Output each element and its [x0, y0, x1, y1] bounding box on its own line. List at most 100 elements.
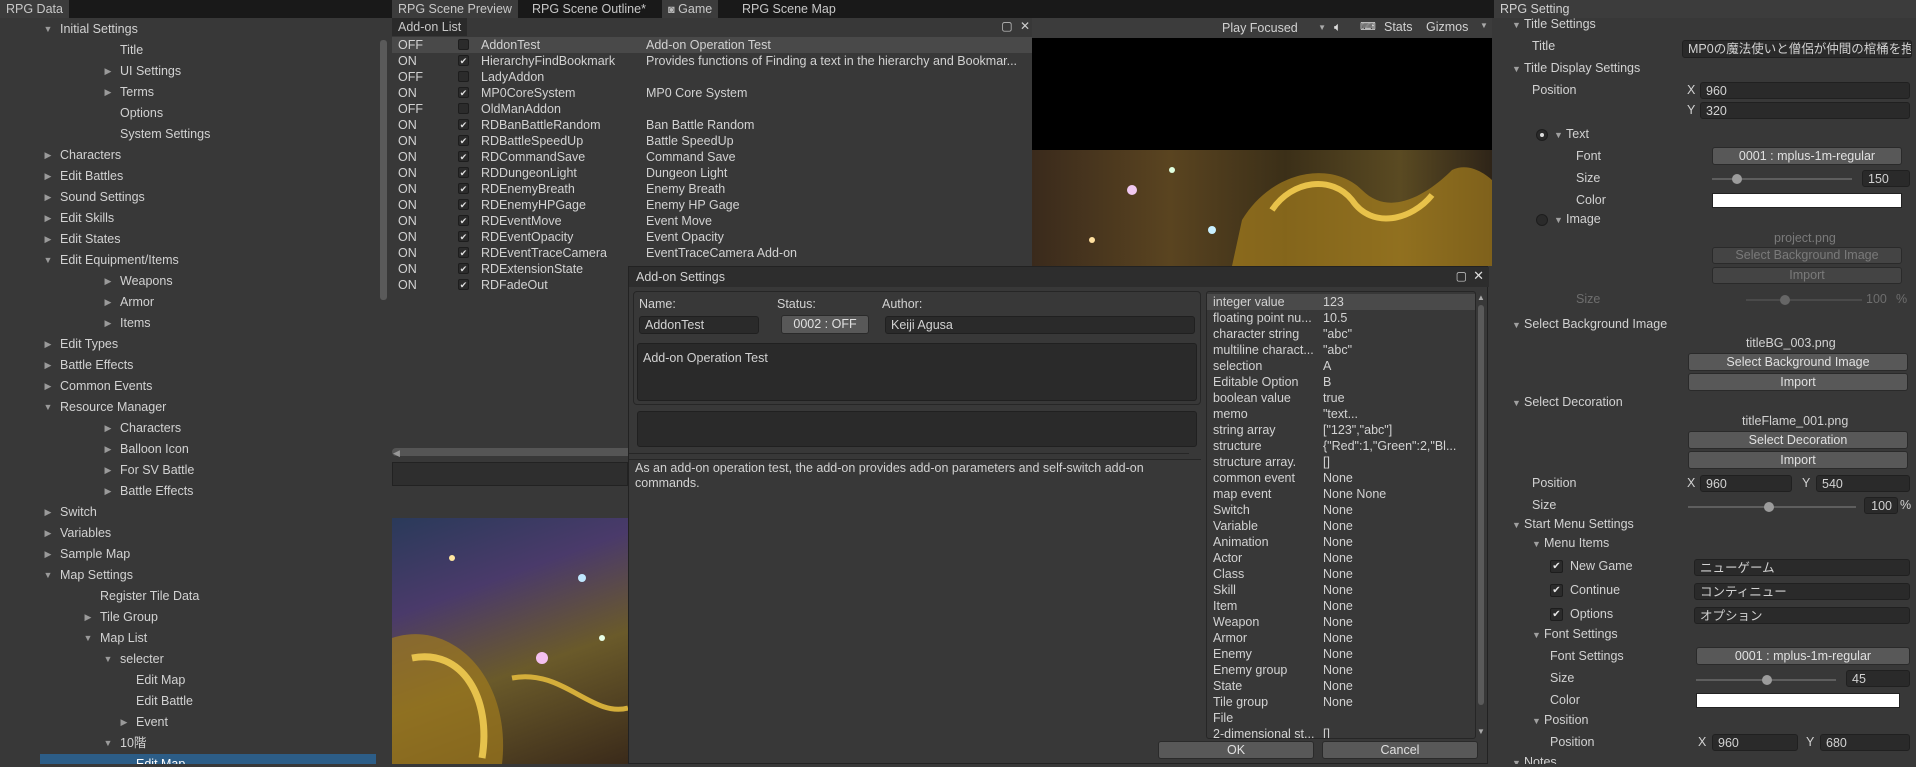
parameter-row[interactable]: Class None [1207, 566, 1475, 582]
addon-row[interactable]: OFF OldManAddon [392, 101, 1032, 117]
description-field[interactable]: Add-on Operation Test [637, 343, 1197, 401]
chevron-right-icon[interactable]: ▶ [42, 544, 54, 565]
image-size-slider[interactable] [1746, 295, 1862, 305]
parameter-row[interactable]: Animation None [1207, 534, 1475, 550]
tree-item[interactable]: ▶ Edit Battles [40, 166, 376, 187]
deco-pos-x-field[interactable]: 960 [1700, 475, 1792, 492]
ok-button[interactable]: OK [1158, 741, 1314, 759]
addon-enabled-checkbox[interactable]: ✔ [458, 135, 469, 146]
scroll-down-arrow-icon[interactable]: ▼ [1477, 727, 1485, 736]
scroll-left-arrow-icon[interactable]: ◀ [393, 448, 400, 459]
parameter-row[interactable]: character string "abc" [1207, 326, 1475, 342]
addon-enabled-checkbox[interactable]: ✔ [458, 263, 469, 274]
parameter-row[interactable]: Editable Option B [1207, 374, 1475, 390]
addon-row[interactable]: ON ✔ RDEventOpacity Event Opacity [392, 229, 1032, 245]
addon-enabled-checkbox[interactable]: ✔ [458, 167, 469, 178]
parameter-row[interactable]: Switch None [1207, 502, 1475, 518]
addon-enabled-checkbox[interactable]: ✔ [458, 199, 469, 210]
menu-position-section[interactable]: ▼ Position [1532, 710, 1588, 730]
tree-item[interactable]: ▶ Tile Group [40, 607, 376, 628]
play-focused-dropdown[interactable]: Play Focused ▼ [1222, 20, 1330, 36]
status-dropdown[interactable]: 0002 : OFF [781, 315, 869, 334]
maximize-icon[interactable]: ▢ [1001, 19, 1012, 33]
addon-row[interactable]: ON ✔ RDEventTraceCamera EventTraceCamera Ad… [392, 245, 1032, 261]
tree-item[interactable]: ▶ Terms [40, 82, 376, 103]
addon-row[interactable]: ON ✔ HierarchyFindBookmark Provides functio… [392, 53, 1032, 69]
addon-row[interactable]: ON ✔ RDEventMove Event Move [392, 213, 1032, 229]
chevron-right-icon[interactable]: ▶ [42, 229, 54, 250]
tab-rpg-data[interactable]: RPG Data [0, 0, 69, 18]
tree-item[interactable]: Edit Map [40, 753, 376, 764]
tree-item[interactable]: ▶ For SV Battle [40, 460, 376, 481]
tree-item[interactable]: ▶ Characters [40, 418, 376, 439]
tree-item[interactable]: Edit Map [40, 670, 376, 691]
addon-row[interactable]: ON ✔ RDDungeonLight Dungeon Light [392, 165, 1032, 181]
title-color-swatch[interactable] [1712, 193, 1902, 208]
slider-knob[interactable] [1780, 295, 1790, 305]
parameter-row[interactable]: boolean value true [1207, 390, 1475, 406]
parameter-row[interactable]: structure {"Red":1,"Green":2,"Bl... [1207, 438, 1475, 454]
parameter-row[interactable]: Item None [1207, 598, 1475, 614]
tree-item[interactable]: ▶ UI Settings [40, 61, 376, 82]
chevron-right-icon[interactable]: ▶ [102, 61, 114, 82]
tree-item[interactable]: ▶ Sound Settings [40, 187, 376, 208]
tree-item[interactable]: ▶ Characters [40, 145, 376, 166]
close-icon[interactable]: ✕ [1473, 268, 1484, 284]
tree-item[interactable]: ▼ Edit Equipment/Items [40, 250, 376, 271]
chevron-right-icon[interactable]: ▶ [42, 187, 54, 208]
tree-item[interactable]: ▶ Switch [40, 502, 376, 523]
text-radio[interactable] [1536, 129, 1548, 141]
tree-item[interactable]: ▼ Resource Manager [40, 397, 376, 418]
addon-row[interactable]: ON ✔ MP0CoreSystem MP0 Core System [392, 85, 1032, 101]
chevron-down-icon[interactable]: ▼ [42, 397, 54, 418]
notes-section[interactable]: ▼ Notes [1512, 752, 1557, 764]
parameter-row[interactable]: common event None [1207, 470, 1475, 486]
chevron-right-icon[interactable]: ▶ [102, 460, 114, 481]
tree-item[interactable]: Register Tile Data [40, 586, 376, 607]
title-display-settings-section[interactable]: ▼ Title Display Settings [1512, 58, 1640, 78]
addon-enabled-checkbox[interactable]: ✔ [458, 55, 469, 66]
chevron-right-icon[interactable]: ▶ [42, 334, 54, 355]
addon-enabled-checkbox[interactable]: ✔ [458, 247, 469, 258]
chevron-right-icon[interactable]: ▶ [102, 292, 114, 313]
addon-enabled-checkbox[interactable]: ✔ [458, 279, 469, 290]
deco-pos-y-field[interactable]: 540 [1816, 475, 1910, 492]
parameter-row[interactable]: multiline charact... "abc" [1207, 342, 1475, 358]
parameter-row[interactable]: File [1207, 710, 1475, 726]
text-section[interactable]: ▼ Text [1554, 124, 1589, 144]
addon-enabled-checkbox[interactable]: ✔ [458, 151, 469, 162]
import-bg-button[interactable]: Import [1688, 373, 1908, 391]
tree-item[interactable]: ▼ Initial Settings [40, 19, 376, 40]
select-bg-image-button[interactable]: Select Background Image [1688, 353, 1908, 371]
scroll-up-arrow-icon[interactable]: ▲ [1477, 293, 1485, 302]
addon-horizontal-scrollbar[interactable] [392, 448, 632, 456]
chevron-right-icon[interactable]: ▶ [102, 418, 114, 439]
tree-item[interactable]: Title [40, 40, 376, 61]
tree-item[interactable]: ▶ Battle Effects [40, 355, 376, 376]
select-decoration-section[interactable]: ▼ Select Decoration [1512, 392, 1623, 412]
gizmos-dropdown-icon[interactable]: ▼ [1480, 21, 1488, 30]
menu-size-slider[interactable] [1696, 675, 1836, 685]
title-pos-y-field[interactable]: 320 [1700, 102, 1910, 119]
tree-scrollbar[interactable] [380, 40, 387, 300]
chevron-right-icon[interactable]: ▶ [42, 166, 54, 187]
addon-enabled-checkbox[interactable]: ✔ [458, 183, 469, 194]
addon-enabled-checkbox[interactable]: ✔ [458, 231, 469, 242]
addon-enabled-checkbox[interactable]: ✔ [458, 215, 469, 226]
continue-field[interactable]: コンティニュー [1694, 583, 1910, 600]
tree-item[interactable]: ▶ Edit Types [40, 334, 376, 355]
chevron-down-icon[interactable]: ▼ [102, 649, 114, 670]
tree-item[interactable]: ▼ Map List [40, 628, 376, 649]
title-size-slider[interactable] [1712, 174, 1852, 184]
chevron-right-icon[interactable]: ▶ [42, 523, 54, 544]
addon-enabled-checkbox[interactable] [458, 103, 469, 114]
chevron-right-icon[interactable]: ▶ [102, 481, 114, 502]
parameter-row[interactable]: Actor None [1207, 550, 1475, 566]
parameter-row[interactable]: floating point nu... 10.5 [1207, 310, 1475, 326]
options-checkbox[interactable]: ✔ [1550, 608, 1563, 621]
start-menu-settings-section[interactable]: ▼ Start Menu Settings [1512, 514, 1634, 534]
tree-item[interactable]: ▶ Variables [40, 523, 376, 544]
chevron-right-icon[interactable]: ▶ [42, 355, 54, 376]
import-decoration-button[interactable]: Import [1688, 451, 1908, 469]
chevron-right-icon[interactable]: ▶ [102, 271, 114, 292]
